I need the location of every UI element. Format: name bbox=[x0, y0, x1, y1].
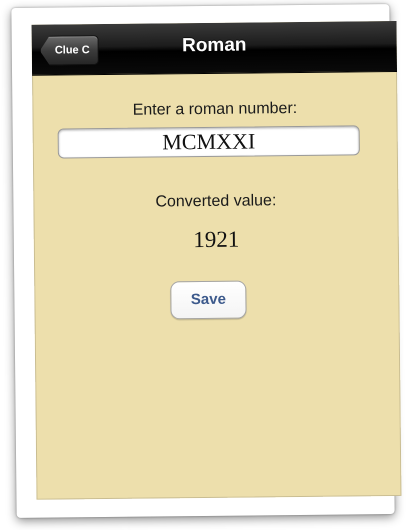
roman-input-label: Enter a roman number: bbox=[132, 100, 298, 119]
converted-value-label: Converted value: bbox=[155, 192, 277, 211]
save-button[interactable]: Save bbox=[170, 280, 247, 320]
roman-number-input[interactable]: MCMXXI bbox=[57, 125, 360, 159]
page-title: Roman bbox=[181, 34, 247, 57]
converted-value: 1921 bbox=[193, 226, 240, 253]
photo-frame: Clue C Roman Enter a roman number: MCMXX… bbox=[11, 4, 402, 518]
navigation-bar: Clue C Roman bbox=[31, 20, 398, 76]
app-screen: Clue C Roman Enter a roman number: MCMXX… bbox=[31, 20, 402, 500]
